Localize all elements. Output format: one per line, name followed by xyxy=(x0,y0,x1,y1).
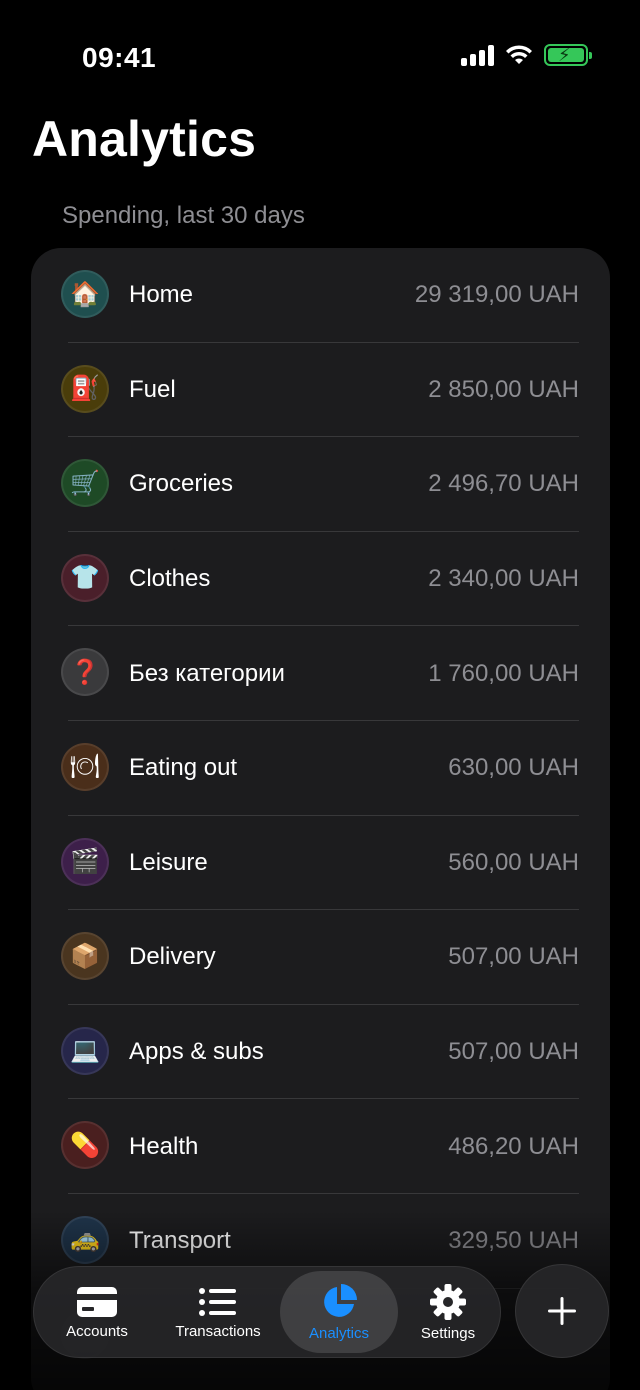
category-row[interactable]: 🏠 Home 29 319,00 UAH xyxy=(31,248,610,343)
question-icon: ❓ xyxy=(61,648,109,697)
category-amount: 507,00 UAH xyxy=(448,1038,579,1066)
category-name: Без категории xyxy=(129,659,285,687)
shirt-icon: 👕 xyxy=(61,553,109,602)
category-amount: 329,50 UAH xyxy=(448,1227,579,1255)
category-list: 🏠 Home 29 319,00 UAH ⛽ Fuel 2 850,00 UAH 🛒 Groc… xyxy=(31,248,610,1390)
cart-icon: 🛒 xyxy=(61,459,109,508)
tab-bar: Accounts Transactions Analytics Settings xyxy=(33,1266,501,1358)
fuel-icon: ⛽ xyxy=(61,364,109,413)
battery-charging-icon: ⚡ xyxy=(544,44,592,66)
category-amount: 29 319,00 UAH xyxy=(414,281,579,309)
pie-chart-icon xyxy=(324,1283,357,1317)
category-amount: 2 496,70 UAH xyxy=(428,470,579,498)
category-name: Clothes xyxy=(129,565,211,593)
cellular-signal-icon xyxy=(461,44,494,66)
tab-analytics[interactable]: Analytics xyxy=(280,1271,398,1353)
category-name: Eating out xyxy=(129,754,238,782)
tab-accounts[interactable]: Accounts xyxy=(38,1271,156,1353)
plus-icon xyxy=(548,1297,576,1325)
category-name: Fuel xyxy=(129,375,176,403)
category-amount: 507,00 UAH xyxy=(448,943,579,971)
tab-settings-label: Settings xyxy=(420,1324,476,1342)
category-amount: 630,00 UAH xyxy=(448,754,579,782)
category-row[interactable]: 💊 Health 486,20 UAH xyxy=(31,1099,610,1194)
category-row[interactable]: 🎬 Leisure 560,00 UAH xyxy=(31,816,610,911)
tab-transactions-label: Transactions xyxy=(175,1322,261,1340)
tab-accounts-label: Accounts xyxy=(66,1322,128,1340)
category-row[interactable]: ⛽ Fuel 2 850,00 UAH xyxy=(31,343,610,438)
taxi-icon: 🚕 xyxy=(61,1215,109,1264)
status-bar: 09:41 ⚡ xyxy=(0,0,640,110)
category-amount: 560,00 UAH xyxy=(448,848,579,876)
list-icon xyxy=(199,1287,236,1316)
section-header: Spending, last 30 days xyxy=(62,202,305,229)
clapper-icon: 🎬 xyxy=(61,837,109,886)
category-name: Transport xyxy=(129,1227,231,1255)
add-transaction-button[interactable] xyxy=(515,1264,609,1358)
category-amount: 2 340,00 UAH xyxy=(428,565,579,593)
status-time: 09:41 xyxy=(82,42,157,73)
status-icons: ⚡ xyxy=(461,44,592,66)
tab-analytics-label: Analytics xyxy=(308,1324,370,1342)
gear-icon xyxy=(430,1283,466,1320)
category-name: Groceries xyxy=(129,470,234,498)
category-row[interactable]: ❓ Без категории 1 760,00 UAH xyxy=(31,626,610,721)
category-amount: 1 760,00 UAH xyxy=(428,659,579,687)
category-row[interactable]: 👕 Clothes 2 340,00 UAH xyxy=(31,532,610,627)
tab-settings[interactable]: Settings xyxy=(400,1271,496,1353)
category-name: Apps & subs xyxy=(129,1038,264,1066)
category-row[interactable]: 🍽 Eating out 630,00 UAH xyxy=(31,721,610,816)
category-name: Leisure xyxy=(129,848,208,876)
tab-transactions[interactable]: Transactions xyxy=(158,1271,278,1353)
house-icon: 🏠 xyxy=(61,270,109,318)
category-name: Delivery xyxy=(129,943,216,971)
category-name: Home xyxy=(129,281,194,309)
screen: 09:41 ⚡ Analytics Spending, last 30 days… xyxy=(0,0,640,1390)
page-title: Analytics xyxy=(32,111,257,167)
package-icon: 📦 xyxy=(61,932,109,981)
category-row[interactable]: 🛒 Groceries 2 496,70 UAH xyxy=(31,437,610,532)
plate-icon: 🍽 xyxy=(61,742,109,791)
category-row[interactable]: 📦 Delivery 507,00 UAH xyxy=(31,910,610,1005)
wifi-icon xyxy=(506,45,532,64)
category-row[interactable]: 💻 Apps & subs 507,00 UAH xyxy=(31,1005,610,1100)
pill-icon: 💊 xyxy=(61,1121,109,1170)
laptop-icon: 💻 xyxy=(61,1026,109,1075)
category-amount: 486,20 UAH xyxy=(448,1132,579,1160)
category-amount: 2 850,00 UAH xyxy=(428,375,579,403)
credit-card-icon xyxy=(77,1286,117,1317)
category-name: Health xyxy=(129,1132,199,1160)
